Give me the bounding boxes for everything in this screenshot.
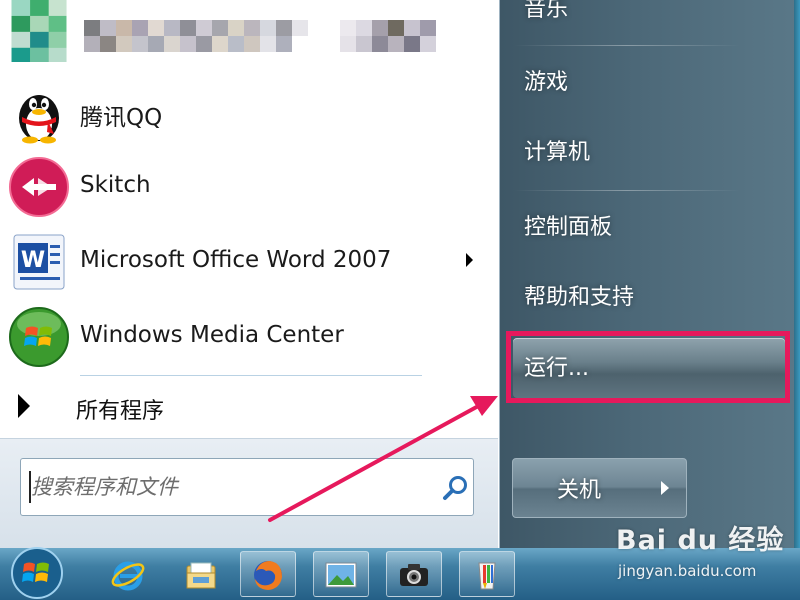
windows-media-center-icon [9, 307, 69, 367]
firefox-icon [254, 561, 282, 590]
menu-item-control-panel[interactable]: 控制面板 [524, 213, 612, 243]
program-item-skitch[interactable]: Skitch [0, 150, 498, 222]
separator [514, 190, 740, 191]
menu-item-computer[interactable]: 计算机 [524, 138, 590, 168]
program-label-qq: 腾讯QQ [80, 105, 163, 131]
svg-text:W: W [21, 248, 45, 273]
paint-icon [478, 562, 496, 590]
annotation-highlight-box [506, 331, 790, 403]
windows-start-orb[interactable] [6, 546, 68, 600]
separator [80, 375, 422, 376]
all-programs-label: 所有程序 [76, 399, 165, 424]
program-item-windows-media-center[interactable]: Windows Media Center [0, 300, 498, 372]
all-programs-arrow-icon [18, 394, 30, 418]
blurred-name-text [84, 20, 436, 52]
skitch-icon [9, 157, 69, 217]
separator [514, 45, 740, 46]
image-viewer-icon [325, 562, 357, 588]
watermark-url: jingyan.baidu.com [618, 562, 757, 580]
menu-item-games[interactable]: 游戏 [524, 68, 568, 98]
menu-item-help-and-support[interactable]: 帮助和支持 [524, 283, 634, 313]
windows-explorer-icon[interactable] [183, 557, 219, 593]
internet-explorer-icon[interactable] [110, 557, 146, 593]
menu-item-music[interactable]: 音乐 [524, 0, 568, 25]
shutdown-options-button[interactable] [644, 458, 687, 518]
search-input[interactable] [31, 468, 421, 506]
camera-icon [400, 564, 428, 586]
submenu-arrow-icon[interactable] [466, 253, 473, 267]
chevron-right-icon [661, 481, 669, 495]
program-item-blurred[interactable] [0, 0, 498, 72]
program-label-word-2007: Microsoft Office Word 2007 [80, 247, 392, 273]
program-label-skitch: Skitch [80, 172, 151, 198]
program-item-word-2007[interactable]: W Microsoft Office Word 2007 [0, 225, 498, 297]
all-programs-item[interactable]: 所有程序 [0, 384, 498, 432]
search-box[interactable] [20, 458, 474, 516]
qq-penguin-icon [19, 95, 59, 144]
shutdown-label: 关机 [556, 478, 601, 503]
word-icon: W [13, 234, 65, 290]
watermark-brand: Bai du 经验 [616, 525, 785, 556]
program-label-windows-media-center: Windows Media Center [80, 322, 344, 348]
baidu-jingyan-watermark: Bai du 经验 jingyan.baidu.com [616, 518, 785, 580]
search-icon[interactable] [441, 473, 471, 503]
program-item-qq[interactable]: 腾讯QQ [0, 76, 498, 148]
shutdown-button[interactable]: 关机 [512, 458, 646, 518]
blurred-avatar-icon [11, 0, 67, 62]
